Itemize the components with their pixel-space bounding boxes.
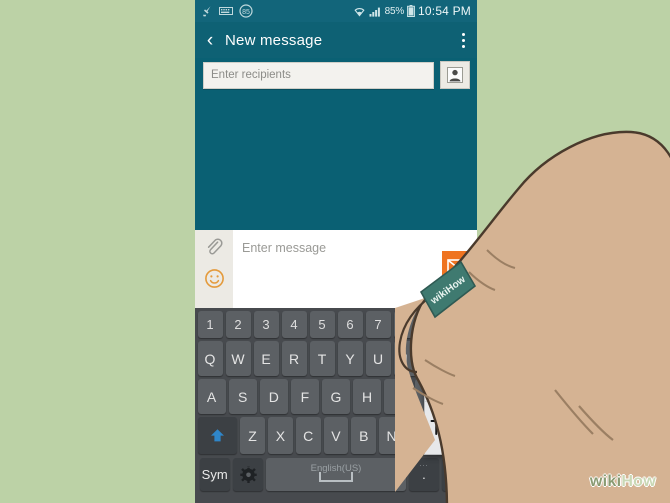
- key-w[interactable]: W: [225, 341, 251, 376]
- sym-key[interactable]: Sym: [199, 458, 230, 491]
- key-u[interactable]: U: [365, 341, 391, 376]
- shift-key[interactable]: [197, 417, 238, 454]
- contact-person-icon: [447, 67, 463, 83]
- keyboard-notification-icon: [219, 7, 233, 15]
- broom-icon: [203, 6, 211, 17]
- key-x[interactable]: X: [267, 417, 293, 454]
- cellular-signal-icon: [369, 7, 380, 17]
- overflow-dot: [462, 32, 465, 36]
- pointing-hand-illustration: wikiHow: [395, 130, 670, 503]
- key-a[interactable]: A: [197, 379, 226, 414]
- key-v[interactable]: V: [323, 417, 349, 454]
- key-g[interactable]: G: [321, 379, 351, 414]
- key-e[interactable]: E: [253, 341, 279, 376]
- key-r[interactable]: R: [281, 341, 307, 376]
- key-s[interactable]: S: [228, 379, 257, 414]
- compose-side-actions: [195, 230, 233, 308]
- back-chevron-icon[interactable]: ‹: [195, 31, 221, 50]
- smiley-face-icon[interactable]: [204, 268, 225, 289]
- app-bar: ‹ New message: [195, 22, 477, 58]
- spacebar-icon: [318, 472, 353, 482]
- overflow-dot: [462, 44, 465, 48]
- paperclip-icon[interactable]: [205, 237, 223, 257]
- wifi-icon: [354, 7, 365, 16]
- key-c[interactable]: C: [295, 417, 321, 454]
- status-bar-right-icons: 85% 10:54 PM: [353, 4, 477, 18]
- key-y[interactable]: Y: [337, 341, 363, 376]
- watermark-how: How: [621, 473, 656, 490]
- key-2[interactable]: 2: [225, 311, 251, 338]
- key-q[interactable]: Q: [197, 341, 223, 376]
- key-6[interactable]: 6: [337, 311, 363, 338]
- svg-text:85: 85: [242, 9, 250, 16]
- key-1[interactable]: 1: [197, 311, 223, 338]
- keyboard-settings-key[interactable]: ...: [232, 458, 264, 491]
- key-7[interactable]: 7: [365, 311, 391, 338]
- keyboard-settings-gear-icon: ...: [239, 465, 257, 483]
- page-title: New message: [225, 31, 323, 49]
- shift-up-arrow-icon: [210, 429, 224, 442]
- wikihow-watermark: wikiHow: [590, 473, 656, 491]
- watermark-wiki: wiki: [589, 473, 622, 490]
- space-key[interactable]: English(US): [266, 458, 406, 491]
- message-placeholder: Enter message: [242, 241, 327, 255]
- recipients-placeholder: Enter recipients: [211, 69, 291, 81]
- key-h[interactable]: H: [353, 379, 382, 414]
- contact-picker-button[interactable]: [440, 61, 470, 89]
- recipients-input[interactable]: Enter recipients: [203, 61, 434, 89]
- overflow-dot: [462, 38, 465, 42]
- key-4[interactable]: 4: [281, 311, 307, 338]
- badge-85-icon: 85: [239, 4, 253, 18]
- overflow-menu-icon[interactable]: [462, 32, 477, 48]
- status-bar: 85 85% 10:54 PM: [195, 0, 477, 22]
- key-3[interactable]: 3: [253, 311, 279, 338]
- svg-text:...: ...: [246, 465, 249, 468]
- key-t[interactable]: T: [309, 341, 335, 376]
- battery-percent-label: 85%: [384, 5, 405, 17]
- screenshot-root: 85 85% 10:54 PM ‹ New message Enter reci…: [0, 0, 670, 503]
- key-f[interactable]: F: [290, 379, 319, 414]
- status-bar-left-icons: 85: [195, 4, 353, 18]
- status-bar-clock: 10:54 PM: [418, 4, 471, 18]
- key-z[interactable]: Z: [240, 417, 265, 454]
- recipients-row: Enter recipients: [195, 58, 477, 92]
- key-5[interactable]: 5: [309, 311, 335, 338]
- key-b[interactable]: B: [351, 417, 377, 454]
- key-d[interactable]: D: [259, 379, 288, 414]
- battery-icon: [407, 5, 415, 17]
